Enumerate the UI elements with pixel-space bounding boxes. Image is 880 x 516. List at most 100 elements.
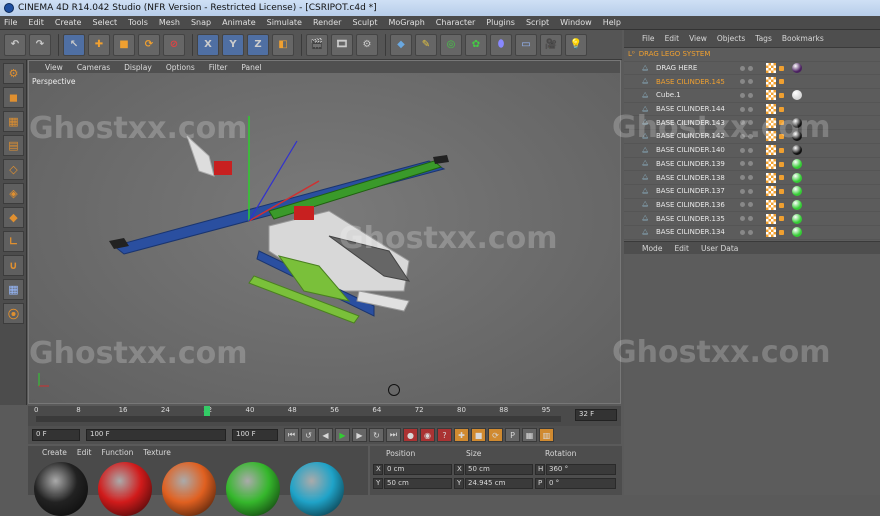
om-menu-file[interactable]: File xyxy=(642,34,655,43)
rot-p-field[interactable]: 0 ° xyxy=(546,478,616,489)
phong-tag-icon[interactable] xyxy=(779,79,784,85)
next-frame-icon[interactable]: ▶ xyxy=(352,428,367,442)
menu-animate[interactable]: Animate xyxy=(222,18,256,27)
material-swatch[interactable] xyxy=(162,462,216,516)
material-green-icon[interactable] xyxy=(792,213,802,224)
menu-help[interactable]: Help xyxy=(603,18,621,27)
model-mode-icon[interactable]: ◼ xyxy=(3,87,24,108)
editor-visibility-dot[interactable] xyxy=(740,79,745,85)
attr-menu-user-data[interactable]: User Data xyxy=(701,244,738,253)
material-green-icon[interactable] xyxy=(792,199,802,210)
render-visibility-dot[interactable] xyxy=(748,161,753,167)
material-green-icon[interactable] xyxy=(792,158,802,169)
edges-mode-icon[interactable]: ◈ xyxy=(3,183,24,204)
attr-menu-edit[interactable]: Edit xyxy=(674,244,689,253)
size-y-field[interactable]: 24.945 cm xyxy=(465,478,533,489)
select-icon[interactable]: ↖ xyxy=(63,33,85,56)
material-green-icon[interactable] xyxy=(792,186,802,197)
editor-visibility-dot[interactable] xyxy=(740,175,745,181)
texture-tag-icon[interactable] xyxy=(766,172,776,183)
object-row[interactable]: ⧋ Cube.1 xyxy=(624,89,880,103)
object-row[interactable]: ⧋ BASE CILINDER.145 xyxy=(624,75,880,90)
phong-tag-icon[interactable] xyxy=(779,161,784,167)
object-row[interactable]: ⧋ BASE CILINDER.138 xyxy=(624,171,880,185)
visibility-dots[interactable] xyxy=(740,188,756,194)
texture-tag-icon[interactable] xyxy=(766,199,776,210)
live-select-icon[interactable]: ⊘ xyxy=(163,33,185,56)
phong-tag-icon[interactable] xyxy=(779,65,784,71)
texture-mode-icon[interactable]: ▦ xyxy=(3,111,24,132)
material-green-icon[interactable] xyxy=(792,172,802,183)
material-white-icon[interactable] xyxy=(792,90,802,101)
point-level-key-icon[interactable]: ▦ xyxy=(522,428,537,442)
render-visibility-dot[interactable] xyxy=(748,79,753,85)
scale-key-icon[interactable]: ■ xyxy=(471,428,486,442)
object-row[interactable]: ⧋ BASE CILINDER.140 xyxy=(624,144,880,158)
texture-tag-icon[interactable] xyxy=(766,186,776,197)
material-black-icon[interactable] xyxy=(792,145,802,156)
redo-icon[interactable]: ↷ xyxy=(29,33,51,56)
next-key-icon[interactable]: ↻ xyxy=(369,428,384,442)
material-swatch[interactable] xyxy=(98,462,152,516)
phong-tag-icon[interactable] xyxy=(779,147,784,153)
visibility-dots[interactable] xyxy=(740,202,756,208)
render-visibility-dot[interactable] xyxy=(748,202,753,208)
visibility-dots[interactable] xyxy=(740,92,756,98)
play-icon[interactable]: ▶ xyxy=(335,428,350,442)
menu-render[interactable]: Render xyxy=(313,18,341,27)
spline-pen-icon[interactable]: ✎ xyxy=(415,33,437,56)
om-menu-tags[interactable]: Tags xyxy=(755,34,772,43)
texture-tag-icon[interactable] xyxy=(766,76,776,87)
render-visibility-dot[interactable] xyxy=(748,188,753,194)
material-menu-texture[interactable]: Texture xyxy=(143,448,170,457)
phong-tag-icon[interactable] xyxy=(779,175,784,181)
timeline-track[interactable] xyxy=(36,416,561,422)
material-swatch[interactable] xyxy=(34,462,88,516)
timeline-window-icon[interactable]: ▥ xyxy=(539,428,554,442)
menu-snap[interactable]: Snap xyxy=(191,18,211,27)
previous-key-icon[interactable]: ↺ xyxy=(301,428,316,442)
menu-file[interactable]: File xyxy=(4,18,17,27)
timeline[interactable]: 081624324048566472808895 32 F xyxy=(28,406,621,426)
editor-visibility-dot[interactable] xyxy=(740,161,745,167)
rotate-icon[interactable]: ⟳ xyxy=(138,33,160,56)
object-row[interactable]: ⧋ BASE CILINDER.139 xyxy=(624,158,880,172)
om-menu-edit[interactable]: Edit xyxy=(665,34,680,43)
z-axis-lock[interactable]: Z xyxy=(247,33,269,56)
object-row[interactable]: ⧋ BASE CILINDER.135 xyxy=(624,212,880,226)
rot-h-field[interactable]: 360 ° xyxy=(546,464,616,475)
workplane-icon[interactable]: ▤ xyxy=(3,135,24,156)
editor-visibility-dot[interactable] xyxy=(740,202,745,208)
size-x-field[interactable]: 50 cm xyxy=(465,464,533,475)
om-menu-objects[interactable]: Objects xyxy=(717,34,745,43)
menu-character[interactable]: Character xyxy=(436,18,476,27)
auto-key-icon[interactable]: ◉ xyxy=(420,428,435,442)
object-row[interactable]: ⧋ BASE CILINDER.137 xyxy=(624,185,880,199)
om-menu-bookmarks[interactable]: Bookmarks xyxy=(782,34,824,43)
editor-visibility-dot[interactable] xyxy=(740,216,745,222)
object-row-parent[interactable]: L⁰ DRAG LEGO SYSTEM xyxy=(624,48,880,62)
render-visibility-dot[interactable] xyxy=(748,229,753,235)
render-view-icon[interactable]: 🎬 xyxy=(306,33,328,56)
camera-icon[interactable]: 🎥 xyxy=(540,33,562,56)
texture-tag-icon[interactable] xyxy=(766,145,776,156)
visibility-dots[interactable] xyxy=(740,216,756,222)
material-swatch[interactable] xyxy=(290,462,344,516)
subdivision-icon[interactable]: ◎ xyxy=(440,33,462,56)
menu-tools[interactable]: Tools xyxy=(128,18,148,27)
rotation-key-icon[interactable]: ⟳ xyxy=(488,428,503,442)
scale-icon[interactable]: ■ xyxy=(113,33,135,56)
visibility-dots[interactable] xyxy=(740,79,756,85)
cube-icon[interactable]: ◆ xyxy=(390,33,412,56)
material-menu-edit[interactable]: Edit xyxy=(77,448,92,457)
texture-tag-icon[interactable] xyxy=(766,63,776,74)
locked-workplane-icon[interactable]: ⦿ xyxy=(3,303,24,324)
polygons-mode-icon[interactable]: ◆ xyxy=(3,207,24,228)
material-menu-function[interactable]: Function xyxy=(101,448,133,457)
editor-visibility-dot[interactable] xyxy=(740,147,745,153)
current-frame-field[interactable]: 32 F xyxy=(575,409,617,421)
move-icon[interactable]: ✚ xyxy=(88,33,110,56)
texture-tag-icon[interactable] xyxy=(766,158,776,169)
axis-mode-icon[interactable]: ∟ xyxy=(3,231,24,252)
render-visibility-dot[interactable] xyxy=(748,216,753,222)
